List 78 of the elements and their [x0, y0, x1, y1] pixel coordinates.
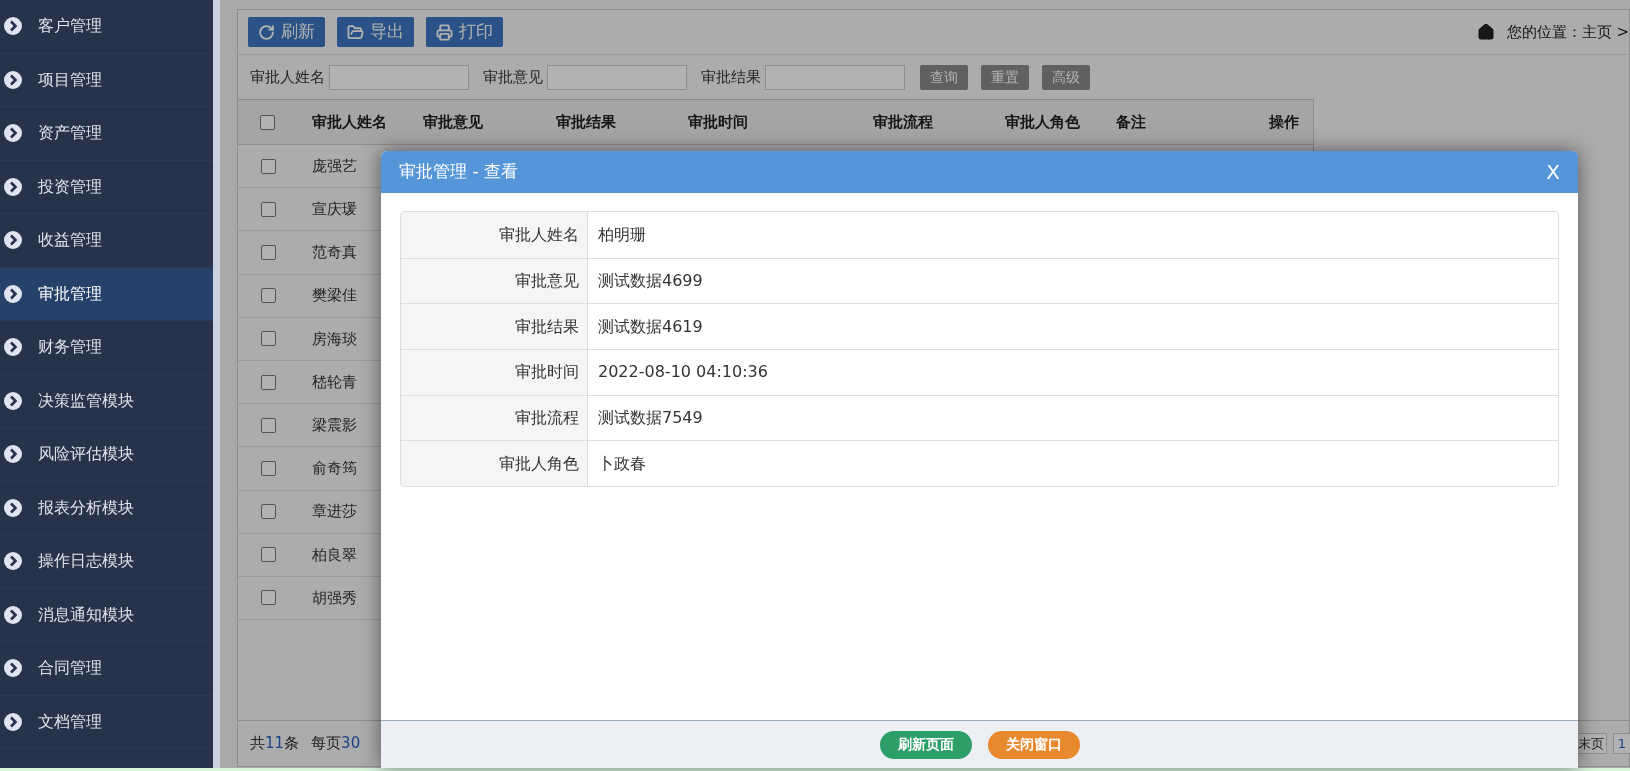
- field-label: 审批人姓名: [250, 66, 325, 88]
- detail-label: 审批时间: [401, 350, 588, 395]
- checkbox[interactable]: [260, 504, 276, 520]
- chevron-circle-icon: [4, 659, 22, 678]
- sidebar-item[interactable]: 客户管理: [0, 0, 213, 54]
- chevron-circle-icon: [4, 445, 22, 464]
- detail-label: 审批意见: [401, 258, 588, 304]
- chevron-circle-icon: [4, 124, 22, 143]
- search-field[interactable]: [765, 64, 905, 90]
- chevron-circle-icon: [4, 177, 22, 196]
- checkbox[interactable]: [260, 114, 276, 130]
- column-header: 审批流程: [872, 111, 935, 133]
- table-cell-text: 樊梁佳: [311, 285, 358, 307]
- table-cell-text: 章进莎: [311, 501, 358, 523]
- detail-label: 审批结果: [401, 304, 588, 350]
- detail-value: 卜政春: [597, 452, 646, 475]
- page-button[interactable]: 1: [1612, 732, 1630, 755]
- detail-value: 测试数据4699: [597, 270, 703, 293]
- chevron-circle-icon: [4, 17, 22, 36]
- page-size: 每页30: [311, 733, 361, 755]
- chevron-circle-icon: [4, 498, 22, 517]
- breadcrumb: 您的位置：主页 >: [1506, 21, 1629, 43]
- checkbox[interactable]: [260, 547, 276, 563]
- refresh-icon: [258, 23, 275, 41]
- column-header: 审批人角色: [1004, 111, 1082, 133]
- checkbox[interactable]: [260, 374, 276, 390]
- checkbox[interactable]: [260, 201, 276, 217]
- chevron-circle-icon: [4, 712, 22, 731]
- column-header: 操作: [1268, 111, 1300, 133]
- table-cell-text: 庞强艺: [311, 155, 358, 177]
- column-header: 备注: [1115, 111, 1148, 133]
- dialog-title: 审批管理 - 查看: [399, 160, 518, 184]
- detail-value: 柏明珊: [597, 223, 646, 246]
- home-icon[interactable]: [1476, 23, 1495, 41]
- checkbox[interactable]: [260, 590, 276, 606]
- table-cell-text: 梁震影: [311, 414, 358, 436]
- folder-icon: [347, 23, 364, 41]
- table-cell-text: 俞奇筠: [311, 458, 358, 480]
- detail-label: 审批人姓名: [401, 212, 588, 258]
- column-header: 审批结果: [554, 111, 617, 133]
- detail-value: 测试数据7549: [597, 407, 703, 430]
- table-cell-text: 房海琰: [311, 328, 358, 350]
- column-header: 审批意见: [421, 111, 484, 133]
- chevron-circle-icon: [4, 552, 22, 571]
- toolbar-button[interactable]: 导出: [337, 17, 414, 47]
- table-cell-text: 胡强秀: [311, 587, 358, 609]
- toolbar-button[interactable]: 打印: [426, 17, 503, 47]
- checkbox[interactable]: [260, 460, 276, 476]
- detail-value: 测试数据4619: [597, 315, 703, 338]
- chevron-circle-icon: [4, 605, 22, 624]
- record-count: 共11条: [250, 733, 300, 755]
- chevron-circle-icon: [4, 391, 22, 410]
- scrollbar[interactable]: [213, 0, 220, 771]
- chevron-circle-icon: [4, 231, 22, 250]
- sidebar-item[interactable]: 审批管理: [0, 267, 213, 321]
- field-label: 审批结果: [701, 66, 761, 88]
- checkbox[interactable]: [260, 158, 276, 174]
- detail-label: 审批人角色: [401, 441, 588, 487]
- checkbox[interactable]: [260, 417, 276, 433]
- column-header: 审批时间: [686, 111, 749, 133]
- search-field[interactable]: [329, 64, 469, 90]
- detail-value: 2022-08-10 04:10:36: [597, 361, 768, 384]
- column-header: 审批人姓名: [310, 111, 388, 133]
- printer-icon: [436, 23, 453, 41]
- search-field[interactable]: [547, 64, 687, 90]
- checkbox[interactable]: [260, 288, 276, 304]
- field-label: 审批意见: [483, 66, 543, 88]
- chevron-circle-icon: [4, 338, 22, 357]
- chevron-circle-icon: [4, 70, 22, 89]
- table-cell-text: 嵇轮青: [311, 371, 358, 393]
- table-cell-text: 宣庆瑗: [311, 199, 358, 221]
- checkbox[interactable]: [260, 331, 276, 347]
- toolbar-button[interactable]: 刷新: [248, 17, 325, 47]
- detail-label: 审批流程: [401, 395, 588, 441]
- table-cell-text: 范奇真: [311, 242, 358, 264]
- table-cell-text: 柏良翠: [311, 544, 358, 566]
- checkbox[interactable]: [260, 244, 276, 260]
- chevron-circle-icon: [4, 284, 22, 303]
